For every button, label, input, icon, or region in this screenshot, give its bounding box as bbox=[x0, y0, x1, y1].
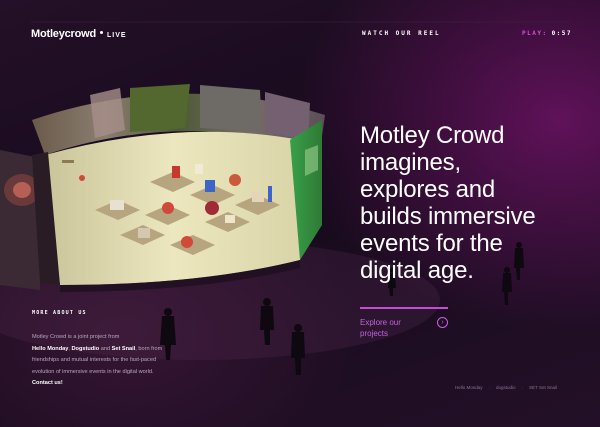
set-snail-link[interactable]: Set Snail bbox=[112, 346, 136, 352]
arrow-right-icon[interactable]: › bbox=[437, 317, 448, 328]
footer-separator: · bbox=[521, 385, 524, 390]
dogstudio-link[interactable]: Dogstudio bbox=[72, 346, 100, 352]
partner-footer: Hello Monday · dogstudio · SET Set Snail bbox=[455, 385, 557, 390]
headline-line: events for the bbox=[360, 230, 503, 257]
explore-divider bbox=[360, 307, 448, 309]
explore-label-line: Explore our bbox=[360, 318, 401, 327]
explore-label: Explore our projects bbox=[360, 317, 420, 339]
about-and: and bbox=[100, 345, 111, 352]
contact-us-link[interactable]: Contact us! bbox=[32, 380, 63, 386]
play-control[interactable]: PLAY: 0:57 bbox=[522, 30, 572, 37]
watch-reel-link[interactable]: WATCH OUR REEL bbox=[362, 30, 441, 37]
headline-line: digital age. bbox=[360, 257, 474, 284]
footer-separator: · bbox=[488, 385, 491, 390]
about-comma: , bbox=[68, 345, 70, 352]
site-header: Motleycrowd LIVE WATCH OUR REEL PLAY: 0:… bbox=[0, 0, 600, 60]
play-label: PLAY: bbox=[522, 30, 548, 37]
brand-dot-icon bbox=[100, 31, 104, 34]
headline-line: builds immersive bbox=[360, 203, 536, 230]
footer-set-snail[interactable]: SET Set Snail bbox=[529, 385, 557, 390]
headline-line: explores and bbox=[360, 176, 496, 203]
headline-line: imagines, bbox=[360, 149, 461, 176]
headline-line: Motley Crowd bbox=[360, 122, 505, 149]
play-time: 0:57 bbox=[551, 30, 573, 37]
about-text: Motley Crowd is a joint project from bbox=[32, 334, 120, 340]
hero-headline: Motley Crowd imagines, explores and buil… bbox=[360, 122, 590, 284]
brand-logo[interactable]: Motleycrowd LIVE bbox=[31, 28, 127, 40]
about-heading: MORE ABOUT US bbox=[32, 310, 87, 316]
hello-monday-link[interactable]: Hello Monday bbox=[32, 346, 68, 352]
brand-name: Motleycrowd bbox=[31, 28, 97, 40]
footer-dogstudio[interactable]: dogstudio bbox=[496, 385, 516, 390]
brand-live-label: LIVE bbox=[107, 32, 127, 39]
about-description: Motley Crowd is a joint project from Hel… bbox=[32, 332, 172, 390]
explore-label-line: projects bbox=[360, 329, 389, 338]
explore-projects-link[interactable]: Explore our projects › bbox=[360, 317, 460, 339]
footer-hello-monday[interactable]: Hello Monday bbox=[455, 385, 483, 390]
